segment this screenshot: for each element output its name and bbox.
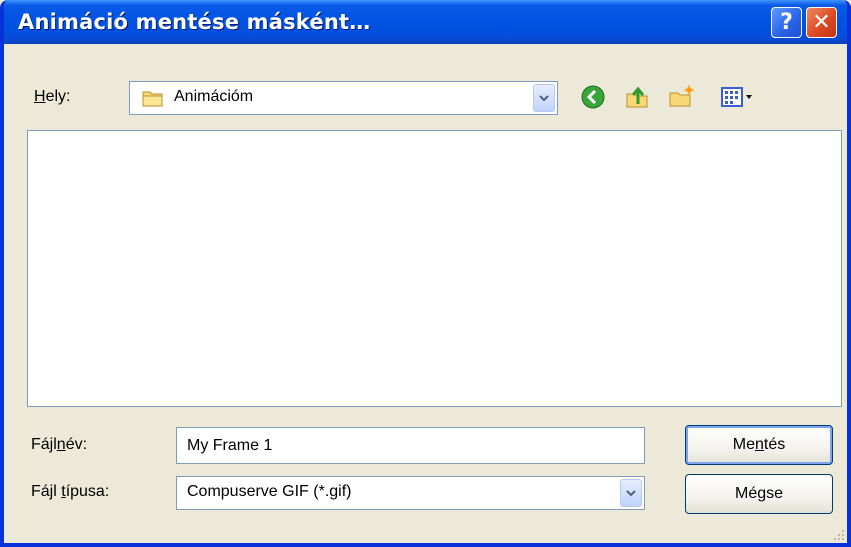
chevron-down-icon [626, 489, 636, 496]
up-folder-icon[interactable] [624, 84, 650, 110]
filetype-dropdown-button[interactable] [620, 479, 642, 507]
view-menu-icon[interactable] [720, 84, 756, 110]
file-list[interactable] [27, 130, 842, 407]
filetype-dropdown[interactable]: Compuserve GIF (*.gif) [176, 476, 645, 510]
filename-field[interactable] [176, 427, 645, 464]
close-button[interactable]: ✕ [806, 7, 837, 38]
save-as-dialog: Animáció mentése másként… ? ✕ Hely: Anim… [0, 0, 851, 547]
location-label: Hely: [34, 88, 70, 106]
title-bar[interactable]: Animáció mentése másként… ? ✕ [4, 0, 847, 44]
filename-label-mnemonic: n [56, 436, 66, 453]
folder-icon [142, 91, 163, 107]
location-label-mnemonic: H [34, 88, 46, 105]
cancel-button[interactable]: Mégse [685, 474, 833, 514]
back-icon[interactable] [580, 84, 606, 110]
filename-input[interactable] [177, 428, 644, 463]
filename-label: Fájlnév: [31, 436, 87, 454]
new-folder-icon[interactable] [668, 84, 694, 110]
location-dropdown-button[interactable] [533, 84, 555, 112]
filetype-label: Fájl típusa: [31, 483, 109, 501]
location-value: Animációm [174, 88, 254, 105]
window-title: Animáció mentése másként… [18, 10, 371, 34]
help-button[interactable]: ? [771, 7, 802, 38]
help-icon: ? [780, 10, 793, 35]
save-label-mnemonic: n [754, 436, 764, 453]
save-button[interactable]: Me n tés [685, 425, 833, 465]
close-icon: ✕ [812, 10, 831, 35]
save-label-prefix: Me [732, 436, 755, 453]
filetype-label-rest: ípusa: [65, 483, 110, 500]
location-dropdown[interactable]: Animációm [129, 81, 558, 115]
filename-label-rest: év: [65, 436, 88, 453]
resize-grip-icon[interactable] [831, 527, 845, 541]
filetype-value: Compuserve GIF (*.gif) [187, 483, 352, 500]
location-label-rest: ely: [45, 88, 71, 105]
filename-label-prefix: Fájl [31, 436, 57, 453]
filetype-label-prefix: Fájl [31, 483, 62, 500]
chevron-down-icon [539, 94, 549, 101]
save-label-rest: tés [763, 436, 786, 453]
